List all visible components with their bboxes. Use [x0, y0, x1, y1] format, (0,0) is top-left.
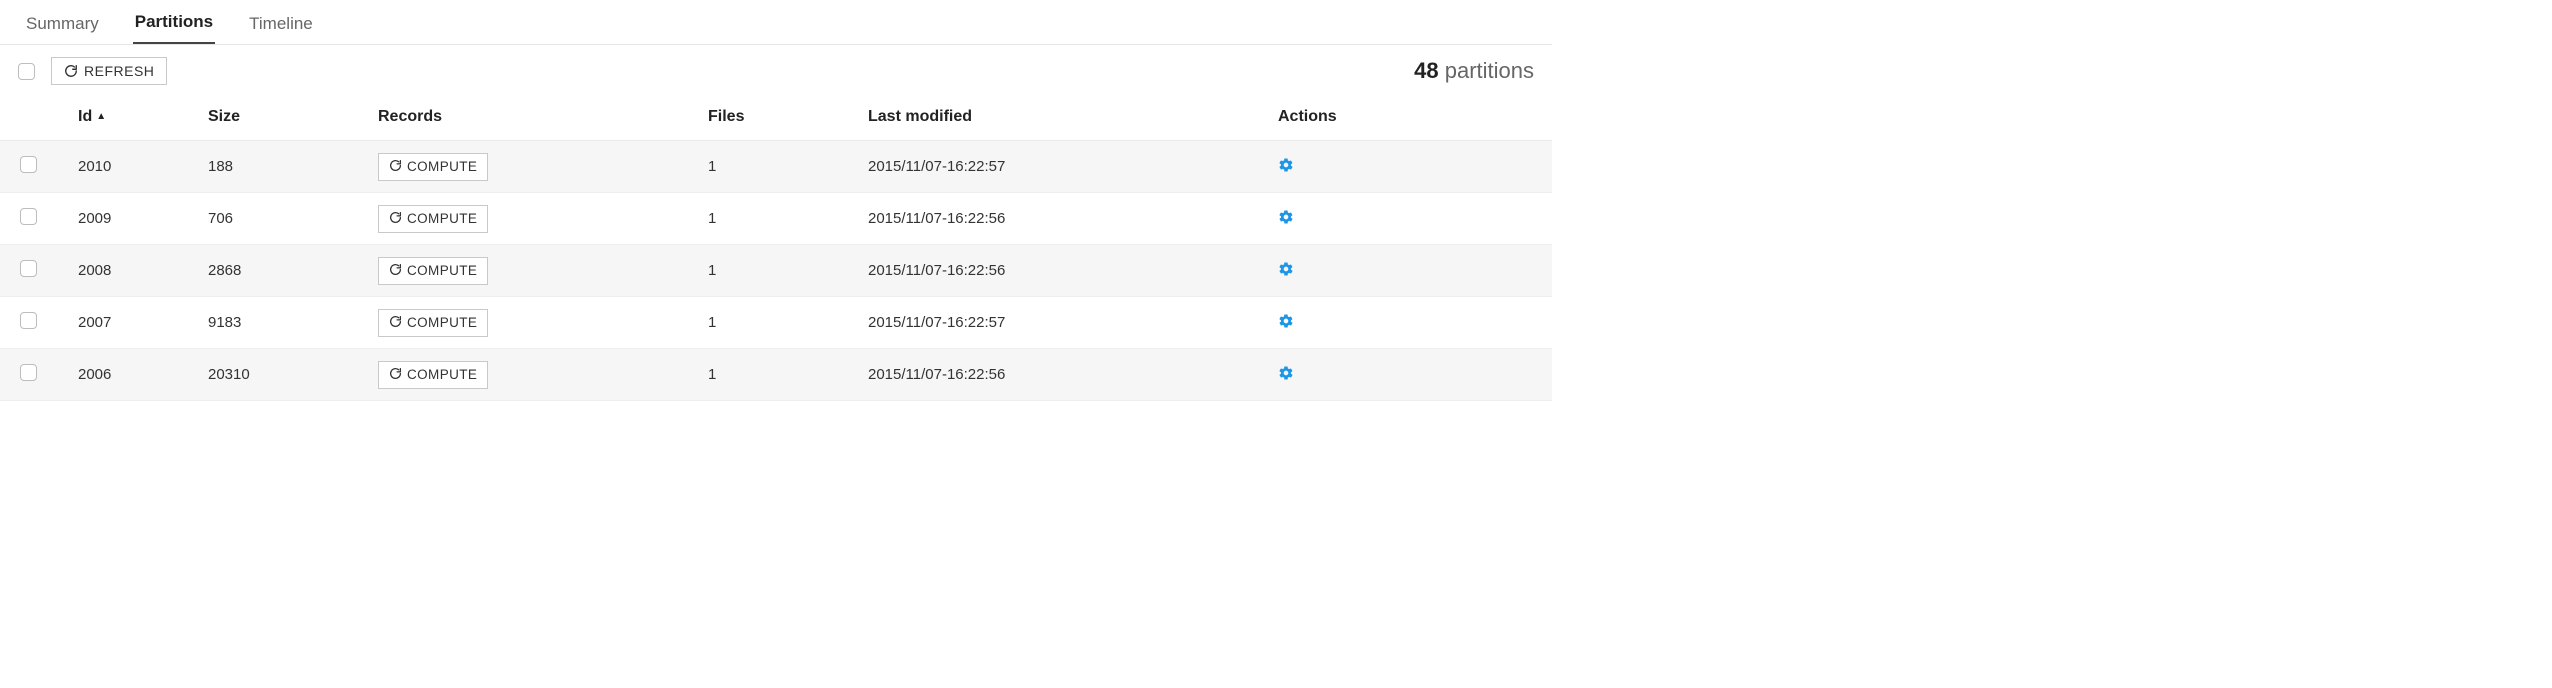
compute-button-label: COMPUTE [407, 367, 477, 382]
sort-asc-icon: ▲ [96, 111, 106, 122]
column-header-size[interactable]: Size [208, 108, 378, 126]
cell-last-modified: 2015/11/07-16:22:56 [868, 210, 1278, 227]
column-header-actions: Actions [1278, 108, 1458, 126]
gear-icon[interactable] [1278, 160, 1294, 177]
row-checkbox[interactable] [20, 364, 37, 381]
tab-partitions[interactable]: Partitions [133, 6, 215, 44]
cell-files: 1 [708, 314, 868, 331]
compute-button-label: COMPUTE [407, 315, 477, 330]
table-row: 200620310 COMPUTE 12015/11/07-16:22:56 [0, 349, 1552, 401]
tabs-bar: Summary Partitions Timeline [0, 0, 1552, 45]
table-header-row: Id ▲ Size Records Files Last modified Ac… [0, 96, 1552, 141]
column-header-files[interactable]: Files [708, 108, 868, 126]
cell-size: 706 [208, 210, 378, 227]
cell-id: 2008 [78, 262, 208, 279]
refresh-icon [64, 64, 78, 78]
cell-records: COMPUTE [378, 361, 708, 389]
compute-button[interactable]: COMPUTE [378, 257, 488, 285]
toolbar: REFRESH 48 partitions [0, 45, 1552, 95]
cell-records: COMPUTE [378, 257, 708, 285]
refresh-button[interactable]: REFRESH [51, 57, 167, 85]
column-header-id-label: Id [78, 108, 92, 126]
cell-id: 2010 [78, 158, 208, 175]
row-checkbox[interactable] [20, 208, 37, 225]
partition-count-number: 48 [1414, 58, 1438, 83]
cell-actions [1278, 261, 1458, 281]
cell-last-modified: 2015/11/07-16:22:57 [868, 158, 1278, 175]
compute-button[interactable]: COMPUTE [378, 309, 488, 337]
refresh-icon [389, 159, 402, 175]
column-header-records[interactable]: Records [378, 108, 708, 126]
compute-button[interactable]: COMPUTE [378, 205, 488, 233]
compute-button-label: COMPUTE [407, 211, 477, 226]
refresh-icon [389, 263, 402, 279]
tab-summary[interactable]: Summary [24, 8, 101, 44]
cell-size: 2868 [208, 262, 378, 279]
cell-actions [1278, 209, 1458, 229]
cell-size: 20310 [208, 366, 378, 383]
row-checkbox[interactable] [20, 156, 37, 173]
cell-id: 2006 [78, 366, 208, 383]
select-all-checkbox[interactable] [18, 63, 35, 80]
compute-button-label: COMPUTE [407, 159, 477, 174]
row-checkbox[interactable] [20, 260, 37, 277]
compute-button[interactable]: COMPUTE [378, 361, 488, 389]
gear-icon[interactable] [1278, 212, 1294, 229]
partitions-table: Id ▲ Size Records Files Last modified Ac… [0, 96, 1552, 401]
column-header-last-modified[interactable]: Last modified [868, 108, 1278, 126]
refresh-icon [389, 367, 402, 383]
cell-id: 2009 [78, 210, 208, 227]
gear-icon[interactable] [1278, 316, 1294, 333]
cell-last-modified: 2015/11/07-16:22:56 [868, 262, 1278, 279]
cell-actions [1278, 157, 1458, 177]
cell-files: 1 [708, 262, 868, 279]
cell-size: 188 [208, 158, 378, 175]
column-header-id[interactable]: Id ▲ [78, 108, 208, 126]
tab-timeline[interactable]: Timeline [247, 8, 315, 44]
table-scroll-area[interactable]: Id ▲ Size Records Files Last modified Ac… [0, 95, 1552, 420]
cell-last-modified: 2015/11/07-16:22:57 [868, 314, 1278, 331]
refresh-icon [389, 315, 402, 331]
cell-actions [1278, 313, 1458, 333]
table-row: 20082868 COMPUTE 12015/11/07-16:22:56 [0, 245, 1552, 297]
gear-icon[interactable] [1278, 368, 1294, 385]
cell-records: COMPUTE [378, 153, 708, 181]
table-row: 2009706 COMPUTE 12015/11/07-16:22:56 [0, 193, 1552, 245]
cell-records: COMPUTE [378, 205, 708, 233]
partition-count-label: partitions [1445, 58, 1534, 83]
cell-records: COMPUTE [378, 309, 708, 337]
table-row: 2010188 COMPUTE 12015/11/07-16:22:57 [0, 141, 1552, 193]
compute-button-label: COMPUTE [407, 263, 477, 278]
refresh-icon [389, 211, 402, 227]
cell-files: 1 [708, 366, 868, 383]
cell-id: 2007 [78, 314, 208, 331]
refresh-button-label: REFRESH [84, 63, 154, 79]
compute-button[interactable]: COMPUTE [378, 153, 488, 181]
row-checkbox[interactable] [20, 312, 37, 329]
cell-files: 1 [708, 210, 868, 227]
cell-actions [1278, 365, 1458, 385]
cell-files: 1 [708, 158, 868, 175]
gear-icon[interactable] [1278, 264, 1294, 281]
partition-count: 48 partitions [1414, 58, 1534, 84]
table-row: 20079183 COMPUTE 12015/11/07-16:22:57 [0, 297, 1552, 349]
cell-last-modified: 2015/11/07-16:22:56 [868, 366, 1278, 383]
cell-size: 9183 [208, 314, 378, 331]
